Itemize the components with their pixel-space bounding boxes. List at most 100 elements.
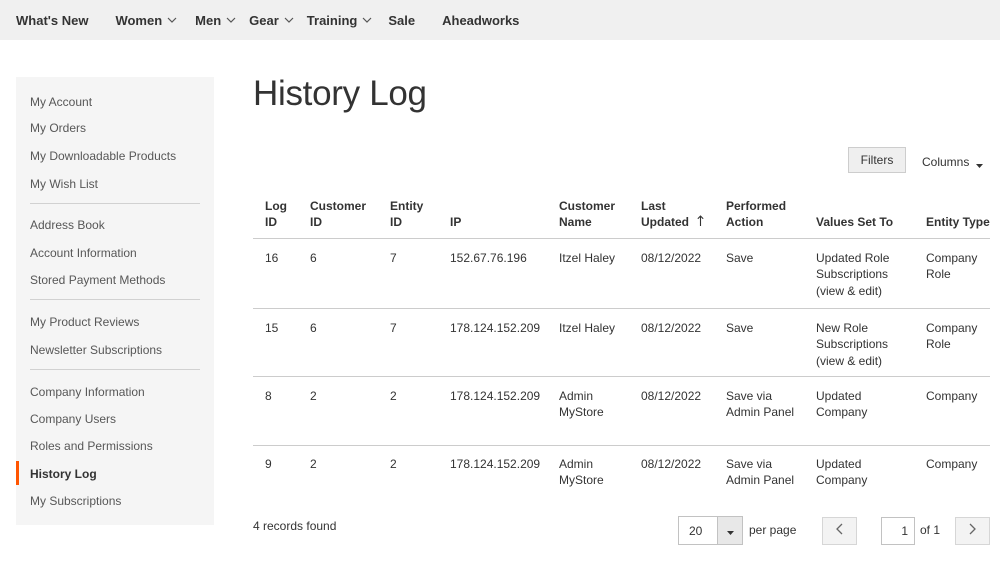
cell-last-updated: 08/12/2022 [629,238,714,309]
cell-entity-type: Company [914,376,990,446]
top-navigation: What's New Women Men Gear Training Sale … [0,0,1000,40]
chevron-down-icon [226,17,236,23]
column-header-entity-type[interactable]: Entity Type [914,188,990,239]
cell-ip: 178.124.152.209 [438,376,547,446]
records-count: 4 records found [253,519,337,533]
cell-customer-name: Admin MyStore [547,376,629,446]
caret-down-icon [976,157,984,171]
cell-values-set-to: Updated Company [816,456,868,488]
cell-values-set-to: Updated Role Subscriptions (view & edit) [804,238,914,309]
sidebar-item-my-orders[interactable]: My Orders [30,121,86,135]
column-header-values-set-to[interactable]: Values Set To [804,188,914,239]
cell-values-set-to: New Role Subscriptions (view & edit) [804,308,914,377]
cell-entity-id: 7 [378,308,438,377]
table-row: 15 6 7 178.124.152.209 Itzel Haley 08/12… [253,308,990,377]
cell-entity-type: Company Role [914,238,990,309]
cell-customer-name: Itzel Haley [547,308,629,377]
cell-values-set-to: Updated Company [804,376,914,446]
column-header-last-updated[interactable]: Last Updated [629,188,714,239]
history-log-table: Log ID Customer ID Entity ID IP Customer… [253,188,990,507]
nav-item-label: Training [306,12,358,28]
page-number-input[interactable] [881,517,915,545]
cell-performed-action: Save via Admin Panel [726,456,795,488]
nav-item-label: Men [195,12,222,28]
active-item-indicator [16,461,19,485]
cell-customer-id: 2 [310,456,317,471]
previous-page-button[interactable] [822,517,857,545]
nav-item-whats-new[interactable]: What's New [16,13,88,28]
cell-ip: 178.124.152.209 [438,308,547,377]
cell-log-id: 16 [253,238,298,309]
cell-customer-id: 6 [298,308,378,377]
nav-item-gear[interactable]: Gear [249,13,294,28]
column-header-entity-id[interactable]: Entity ID [378,188,438,239]
sidebar-item-company-information[interactable]: Company Information [30,385,145,399]
cell-log-id: 9 [265,456,272,471]
sidebar-item-my-account[interactable]: My Account [30,95,92,109]
nav-item-women[interactable]: Women [115,13,177,28]
sidebar-item-stored-payment-methods[interactable]: Stored Payment Methods [30,273,165,287]
cell-log-id: 15 [253,308,298,377]
columns-button[interactable]: Columns [922,153,984,171]
sidebar-item-downloadable-products[interactable]: My Downloadable Products [30,149,176,163]
table-row: 16 6 7 152.67.76.196 Itzel Haley 08/12/2… [253,238,990,309]
table-header-row: Log ID Customer ID Entity ID IP Customer… [253,188,990,239]
nav-item-sale[interactable]: Sale [388,13,415,28]
cell-last-updated: 08/12/2022 [629,376,714,446]
cell-entity-type: Company [926,456,978,471]
cell-entity-id: 7 [378,238,438,309]
sidebar-item-address-book[interactable]: Address Book [30,218,105,232]
table-row: 9 2 2 178.124.152.209 Admin MyStore 08/1… [253,445,990,507]
nav-item-label: Aheadworks [442,12,520,28]
cell-performed-action: Save [714,308,804,377]
cell-performed-action: Save [714,238,804,309]
sort-ascending-icon [697,214,704,230]
sidebar-item-account-information[interactable]: Account Information [30,246,137,260]
cell-last-updated: 08/12/2022 [641,456,702,471]
per-page-select[interactable]: 20 [678,516,718,545]
caret-down-icon [726,522,734,540]
chevron-right-icon [969,522,976,540]
cell-customer-id: 2 [298,376,378,446]
filters-button[interactable]: Filters [848,147,906,173]
column-header-ip[interactable]: IP [438,188,547,239]
columns-label: Columns [922,155,970,169]
cell-customer-id: 6 [298,238,378,309]
cell-entity-type: Company Role [914,308,990,377]
nav-item-men[interactable]: Men [195,13,236,28]
page-title: History Log [253,74,427,113]
cell-ip: 152.67.76.196 [438,238,547,309]
nav-item-label: Gear [249,12,279,28]
sidebar-item-roles-and-permissions[interactable]: Roles and Permissions [30,439,153,453]
per-page-label: per page [749,523,797,537]
cell-customer-name: Itzel Haley [547,238,629,309]
sidebar-item-history-log[interactable]: History Log [30,467,97,481]
chevron-down-icon [284,17,294,23]
chevron-left-icon [836,522,843,540]
sidebar-item-my-subscriptions[interactable]: My Subscriptions [30,494,121,508]
sidebar-divider [30,203,200,204]
nav-item-label: Sale [388,12,416,28]
sidebar-divider [30,299,200,300]
column-header-label: Last Updated [641,198,689,229]
cell-last-updated: 08/12/2022 [629,308,714,377]
cell-entity-id: 2 [390,456,397,471]
chevron-down-icon [167,17,177,23]
chevron-down-icon [362,17,372,23]
sidebar-item-company-users[interactable]: Company Users [30,412,116,426]
sidebar-item-wish-list[interactable]: My Wish List [30,177,98,191]
cell-entity-id: 2 [378,376,438,446]
nav-item-training[interactable]: Training [307,13,373,28]
cell-customer-name: Admin MyStore [559,456,604,488]
column-header-customer-id[interactable]: Customer ID [298,188,378,239]
column-header-performed-action[interactable]: Performed Action [714,188,804,239]
sidebar-item-newsletter-subscriptions[interactable]: Newsletter Subscriptions [30,343,162,357]
column-header-customer-name[interactable]: Customer Name [547,188,629,239]
per-page-dropdown-toggle[interactable] [717,516,743,545]
nav-item-label: What's New [16,12,89,28]
nav-item-aheadworks[interactable]: Aheadworks [442,13,519,28]
sidebar-item-product-reviews[interactable]: My Product Reviews [30,315,139,329]
next-page-button[interactable] [955,517,990,545]
column-header-log-id[interactable]: Log ID [253,188,298,239]
account-sidebar: My Account My Orders My Downloadable Pro… [16,77,214,525]
